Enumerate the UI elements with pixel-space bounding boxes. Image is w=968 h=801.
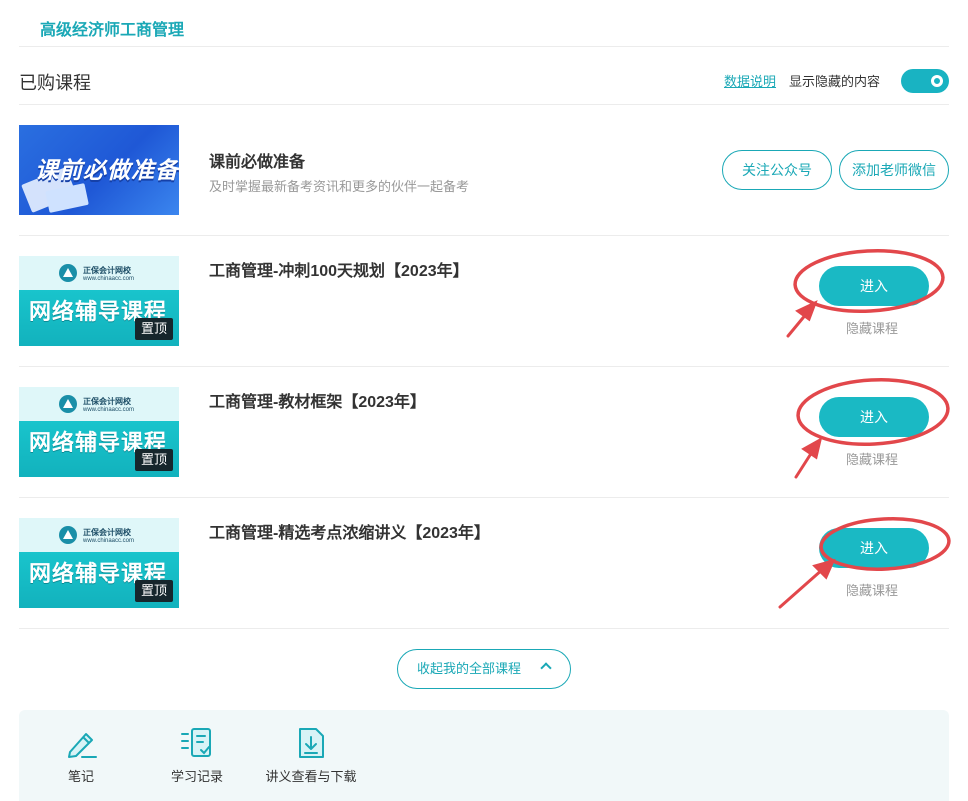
study-record-icon [181,728,211,757]
data-explanation-link[interactable]: 数据说明 [724,71,776,90]
page-title: 高级经济师工商管理 [40,22,185,39]
course-thumbnail[interactable]: 正保会计网校 www.chinaacc.com 网络辅导课程 置顶 [19,387,179,477]
enter-course-button[interactable]: 进入 [819,528,929,568]
annotation-arrow [786,311,809,338]
collapse-label: 收起我的全部课程 [417,661,522,676]
annotation-arrowhead [801,437,823,460]
chevron-up-icon [540,662,552,674]
school-site: www.chinaacc.com [83,407,135,413]
show-hidden-toggle[interactable] [901,69,949,93]
divider [19,497,949,498]
tool-study-record[interactable]: 学习记录 [165,726,229,785]
enter-course-button[interactable]: 进入 [819,266,929,306]
edit-note-icon [68,733,97,758]
divider [19,366,949,367]
add-teacher-wechat-button[interactable]: 添加老师微信 [839,150,949,190]
enter-course-button[interactable]: 进入 [819,397,929,437]
pinned-badge: 置顶 [135,318,173,340]
prep-thumbnail[interactable]: 课前必做准备 [19,125,179,215]
school-name: 正保会计网校 [83,397,131,406]
school-logo-icon [59,526,77,544]
show-hidden-label: 显示隐藏的内容 [789,74,881,89]
course-thumbnail[interactable]: 正保会计网校 www.chinaacc.com 网络辅导课程 置顶 [19,256,179,346]
school-name: 正保会计网校 [83,266,131,275]
collapse-all-courses-button[interactable]: 收起我的全部课程 [397,649,571,689]
tool-label: 学习记录 [170,769,223,784]
tool-notes[interactable]: 笔记 [55,726,107,785]
pinned-badge: 置顶 [135,580,173,602]
course-thumbnail[interactable]: 正保会计网校 www.chinaacc.com 网络辅导课程 置顶 [19,518,179,608]
section-title: 已购课程 [19,73,91,93]
divider [19,104,949,105]
school-logo-icon [59,395,77,413]
hide-course-link[interactable]: 隐藏课程 [846,580,898,599]
pinned-badge: 置顶 [135,449,173,471]
school-site: www.chinaacc.com [83,276,135,282]
tool-label: 讲义查看与下载 [265,769,357,784]
school-site: www.chinaacc.com [83,538,135,544]
prep-subtitle: 及时掌握最新备考资讯和更多的伙伴一起备考 [209,179,470,194]
tool-label: 笔记 [67,769,94,784]
hide-course-link[interactable]: 隐藏课程 [846,318,898,337]
hide-course-link[interactable]: 隐藏课程 [846,449,898,468]
tool-handout-download[interactable]: 讲义查看与下载 [261,726,361,785]
course-title: 工商管理-精选考点浓缩讲义【2023年】 [209,525,490,542]
annotation-arrow [778,567,825,609]
prep-title: 课前必做准备 [209,154,306,171]
toggle-knob [931,75,943,87]
divider [19,628,949,629]
divider [19,46,949,47]
course-title: 工商管理-冲刺100天规划【2023年】 [209,263,469,280]
follow-official-account-button[interactable]: 关注公众号 [722,150,832,190]
tools-panel: 笔记 学习记录 讲义查看与下载 [19,710,949,801]
annotation-arrowhead [795,300,818,322]
course-title: 工商管理-教材框架【2023年】 [209,394,426,411]
handout-download-icon [299,728,324,758]
school-name: 正保会计网校 [83,528,131,537]
divider [19,235,949,236]
school-logo-icon [59,264,77,282]
prep-thumbnail-text: 课前必做准备 [35,157,179,183]
annotation-arrow [794,450,814,479]
